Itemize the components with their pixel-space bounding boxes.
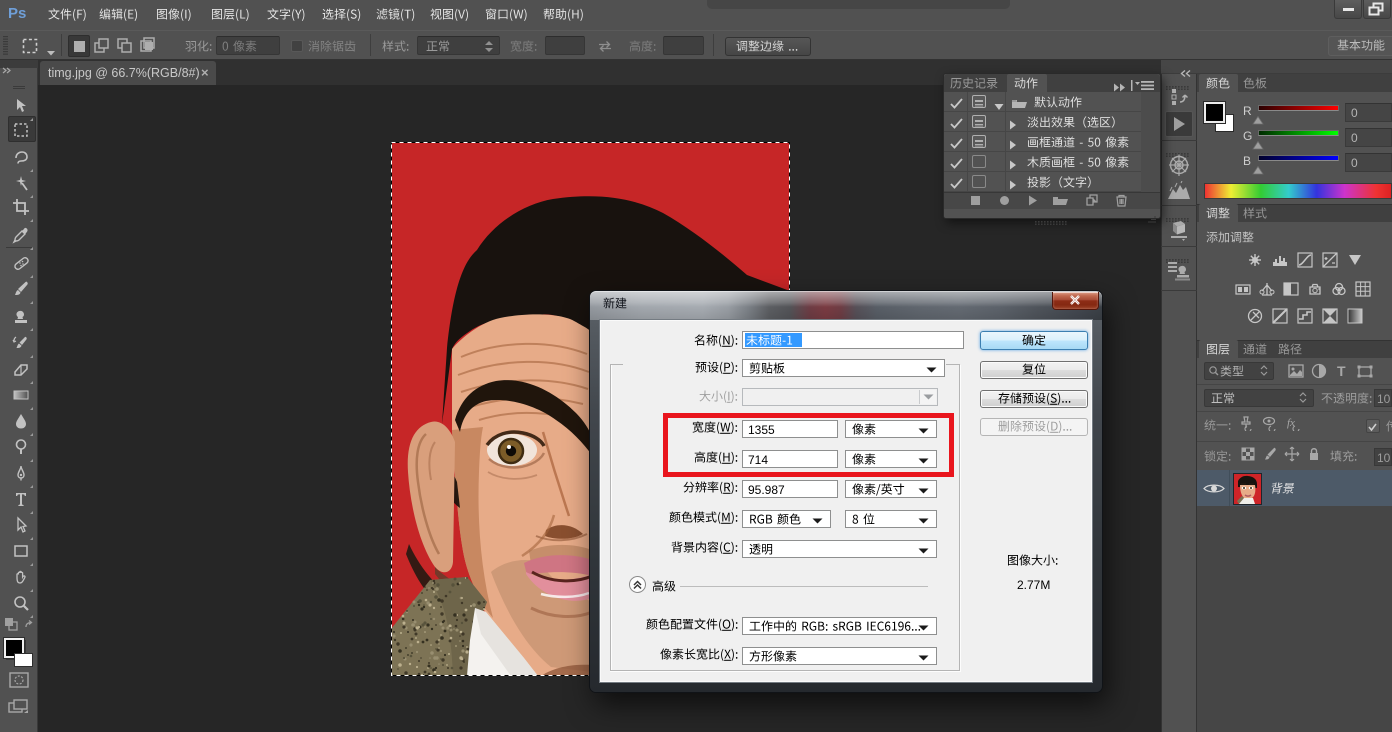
svg-text:T: T bbox=[1337, 363, 1346, 379]
